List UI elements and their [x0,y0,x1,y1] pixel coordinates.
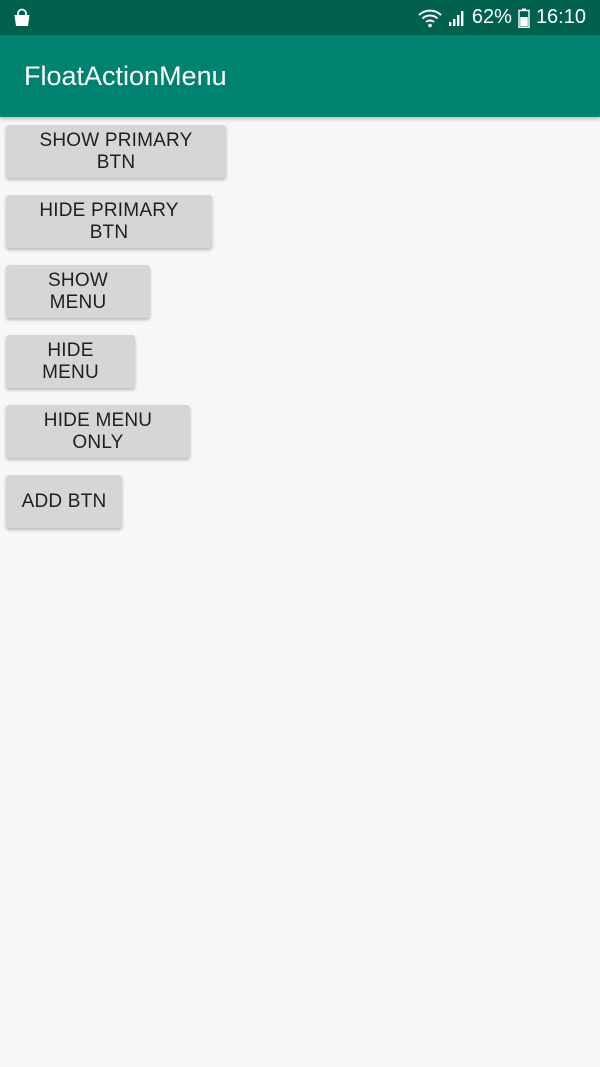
shopping-bag-icon [12,8,32,28]
hide-menu-only-button[interactable]: HIDE MENU ONLY [6,405,190,458]
battery-percent: 62% [471,6,512,28]
hide-menu-button[interactable]: HIDE MENU [6,335,135,388]
show-menu-button[interactable]: SHOW MENU [6,265,150,318]
status-time: 16:10 [535,6,586,28]
wifi-icon [418,8,442,28]
status-bar: 62% 16:10 [0,0,600,35]
battery-icon [518,8,530,28]
content-area: SHOW PRIMARY BTN HIDE PRIMARY BTN SHOW M… [0,117,600,1067]
status-icons: 62% 16:10 [418,0,586,35]
hide-primary-btn-button[interactable]: HIDE PRIMARY BTN [6,195,212,248]
show-primary-btn-button[interactable]: SHOW PRIMARY BTN [6,125,226,178]
app-title: FloatActionMenu [24,61,227,91]
signal-icon [448,9,466,27]
add-btn-button[interactable]: ADD BTN [6,475,122,528]
app-bar: FloatActionMenu [0,35,600,117]
